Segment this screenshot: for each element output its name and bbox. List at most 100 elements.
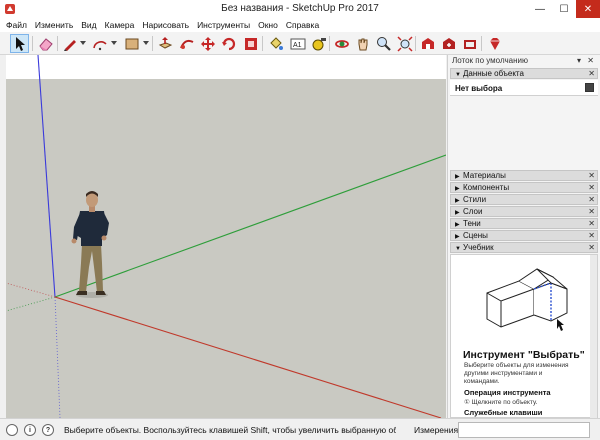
move-icon[interactable] — [198, 34, 217, 53]
3d-warehouse-icon[interactable] — [418, 34, 437, 53]
collapsed-triangle-icon: ▶ — [455, 174, 460, 180]
arc-dropdown[interactable] — [111, 41, 117, 45]
instructor-operation-step: ① Щелкните по объекту. — [464, 399, 538, 406]
tape-measure-icon[interactable] — [309, 34, 328, 53]
axes-and-model — [6, 55, 446, 418]
help-icon[interactable]: ? — [42, 424, 54, 436]
close-icon[interactable]: ✕ — [588, 243, 595, 253]
instructor-scrollbar[interactable] — [590, 255, 597, 418]
svg-text:A1: A1 — [293, 42, 302, 49]
close-icon[interactable]: ✕ — [588, 231, 595, 241]
measurements-label: Измерения — [414, 425, 459, 435]
close-icon[interactable]: ✕ — [588, 183, 595, 193]
menu-view[interactable]: Вид — [77, 20, 100, 30]
zoom-icon[interactable] — [374, 34, 393, 53]
instructor-title: Инструмент "Выбрать" — [463, 349, 585, 361]
expanded-triangle-icon: ▼ — [455, 246, 461, 252]
expanded-triangle-icon: ▼ — [455, 72, 461, 78]
close-icon[interactable]: ✕ — [588, 195, 595, 205]
blue-axis-negative — [54, 296, 61, 418]
green-axis — [54, 154, 446, 298]
rectangle-dropdown[interactable] — [143, 41, 149, 45]
toolbar-separator — [329, 36, 330, 51]
panel-scenes[interactable]: ▶ Сцены ✕ — [450, 230, 598, 241]
toolbar-separator — [32, 36, 33, 51]
rotate-icon[interactable] — [219, 34, 238, 53]
extension-warehouse-icon[interactable] — [439, 34, 458, 53]
close-icon[interactable]: ✕ — [588, 171, 595, 181]
person-figure[interactable] — [71, 191, 110, 298]
panel-instructor[interactable]: ▼ Учебник ✕ — [450, 242, 598, 253]
instructor-operation-heading: Операция инструмента — [464, 388, 551, 397]
menu-camera[interactable]: Камера — [101, 20, 139, 30]
toolbar-separator — [152, 36, 153, 51]
close-icon[interactable]: ✕ — [588, 207, 595, 217]
push-pull-icon[interactable] — [155, 34, 174, 53]
ruby-console-icon[interactable] — [485, 34, 504, 53]
close-icon[interactable]: ✕ — [588, 219, 595, 229]
menu-bar: Файл Изменить Вид Камера Нарисовать Инст… — [0, 18, 600, 32]
layout-icon[interactable] — [460, 34, 479, 53]
green-axis-negative — [6, 296, 56, 312]
panel-layers[interactable]: ▶ Слои ✕ — [450, 206, 598, 217]
collapsed-triangle-icon: ▶ — [455, 186, 460, 192]
panel-styles[interactable]: ▶ Стили ✕ — [450, 194, 598, 205]
default-tray: Лоток по умолчанию ▾ ✕ ▼ Данные объекта ✕… — [447, 55, 600, 418]
credits-icon[interactable]: i — [24, 424, 36, 436]
toolbar-separator — [481, 36, 482, 51]
entity-info-body: Нет выбора — [450, 80, 598, 96]
pencil-dropdown[interactable] — [80, 41, 86, 45]
arc-icon[interactable] — [90, 34, 109, 53]
collapsed-triangle-icon: ▶ — [455, 234, 460, 240]
follow-me-icon[interactable] — [177, 34, 196, 53]
panel-materials[interactable]: ▶ Материалы ✕ — [450, 170, 598, 181]
menu-draw[interactable]: Нарисовать — [138, 20, 193, 30]
panel-label: Стили — [463, 195, 487, 204]
close-icon[interactable]: ✕ — [588, 69, 595, 79]
select-arrow-icon[interactable] — [10, 34, 29, 53]
panel-entity-info[interactable]: ▼ Данные объекта ✕ — [450, 68, 598, 79]
panel-components[interactable]: ▶ Компоненты ✕ — [450, 182, 598, 193]
menu-help[interactable]: Справка — [282, 20, 323, 30]
panel-label: Данные объекта — [463, 69, 524, 78]
text-icon[interactable]: A1 — [288, 34, 307, 53]
menu-tools[interactable]: Инструменты — [193, 20, 254, 30]
menu-file[interactable]: Файл — [2, 20, 31, 30]
paint-bucket-icon[interactable] — [266, 34, 285, 53]
toolbar-separator — [57, 36, 58, 51]
title-bar: Без названия - SketchUp Pro 2017 — ☐ ✕ — [0, 0, 600, 18]
maximize-button[interactable]: ☐ — [552, 0, 576, 18]
panel-label: Сцены — [463, 231, 488, 240]
scale-icon[interactable] — [241, 34, 260, 53]
minimize-button[interactable]: — — [528, 0, 552, 18]
select-tool-illustration — [486, 268, 568, 331]
pencil-line-icon[interactable] — [60, 34, 79, 53]
geo-location-icon[interactable] — [6, 424, 18, 436]
instructor-description: Выберите объекты для изменения другими и… — [464, 362, 569, 385]
close-button[interactable]: ✕ — [576, 0, 600, 18]
pan-icon[interactable] — [353, 34, 372, 53]
blue-axis — [37, 55, 56, 298]
entity-selection-label: Нет выбора — [455, 84, 503, 93]
menu-window[interactable]: Окно — [254, 20, 282, 30]
panel-shadows[interactable]: ▶ Тени ✕ — [450, 218, 598, 229]
instructor-keys-heading: Служебные клавиши — [464, 408, 543, 417]
toolbar-separator — [415, 36, 416, 51]
rectangle-icon[interactable] — [122, 34, 141, 53]
panel-label: Материалы — [463, 171, 506, 180]
collapsed-triangle-icon: ▶ — [455, 198, 460, 204]
entity-type-icon — [585, 83, 594, 92]
menu-edit[interactable]: Изменить — [31, 20, 77, 30]
tray-controls[interactable]: ▾ ✕ — [577, 56, 596, 65]
sketchup-window: Без названия - SketchUp Pro 2017 — ☐ ✕ Ф… — [0, 0, 600, 440]
modeling-viewport[interactable] — [6, 55, 446, 418]
eraser-icon[interactable] — [36, 34, 55, 53]
zoom-extents-icon[interactable] — [395, 34, 414, 53]
red-axis — [54, 296, 442, 418]
collapsed-triangle-icon: ▶ — [455, 210, 460, 216]
orbit-icon[interactable] — [332, 34, 351, 53]
measurements-input[interactable] — [458, 422, 590, 438]
instructor-body: Инструмент "Выбрать" Выберите объекты дл… — [450, 254, 598, 418]
collapsed-triangle-icon: ▶ — [455, 222, 460, 228]
panel-label: Компоненты — [463, 183, 510, 192]
